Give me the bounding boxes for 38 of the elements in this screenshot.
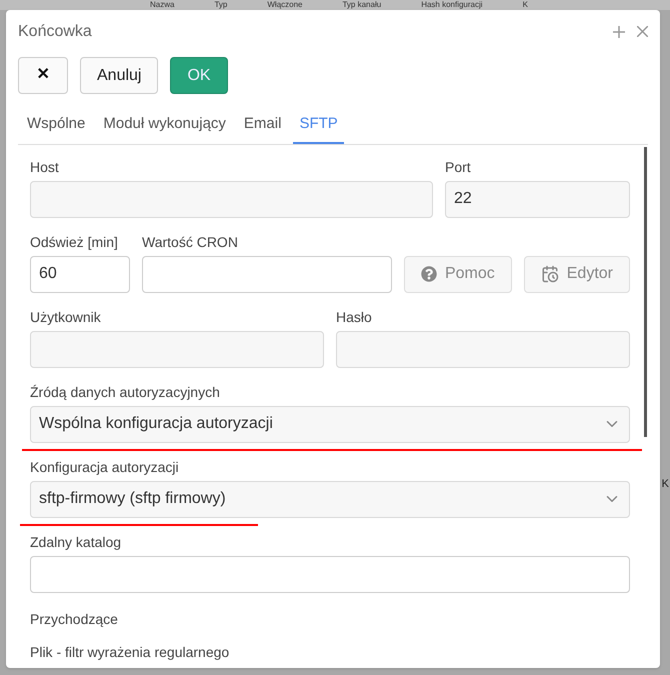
close-icon[interactable] bbox=[637, 26, 648, 36]
plus-icon[interactable] bbox=[613, 26, 625, 38]
field-label: Wartość CRON bbox=[142, 234, 239, 250]
section-label: Przychodzące bbox=[30, 610, 119, 628]
input-field[interactable] bbox=[30, 556, 630, 592]
calendar-clock-icon bbox=[540, 265, 559, 283]
select-field[interactable]: sftp-firmowy (sftp firmowy) bbox=[30, 480, 630, 518]
select-value: Wspólna konfiguracja autoryzacji bbox=[39, 414, 273, 434]
select-value: sftp-firmowy (sftp firmowy) bbox=[39, 489, 226, 509]
cancel-button[interactable]: Anuluj bbox=[80, 57, 158, 94]
tab[interactable]: SFTP bbox=[293, 109, 344, 144]
select-field[interactable]: Wspólna konfiguracja autoryzacji bbox=[30, 406, 630, 442]
field-label: Port bbox=[445, 158, 472, 176]
field-label: Host bbox=[30, 158, 60, 176]
column-header: K bbox=[522, 0, 528, 10]
tab[interactable]: Moduł wykonujący bbox=[97, 109, 232, 144]
background-text: K bbox=[662, 477, 669, 492]
help-icon bbox=[420, 266, 437, 282]
input-field[interactable] bbox=[142, 256, 392, 292]
field-label: Konfiguracja autoryzacji bbox=[30, 458, 180, 476]
field-label: Zdalny katalog bbox=[30, 534, 122, 550]
column-header: Typ bbox=[214, 0, 228, 10]
input-field[interactable]: 60 bbox=[30, 256, 130, 292]
dialog-title: Końcowka bbox=[18, 22, 92, 42]
field-label: Użytkownik bbox=[30, 308, 102, 326]
close-button[interactable]: ✕ bbox=[18, 57, 68, 94]
column-header: Włączone bbox=[267, 0, 302, 10]
tab[interactable]: Wspólne bbox=[21, 109, 92, 144]
column-header: Typ kanału bbox=[342, 0, 382, 10]
input-value: 22 bbox=[454, 189, 472, 209]
field-label: Źródą danych autoryzacyjnych bbox=[30, 384, 221, 400]
tab[interactable]: Email bbox=[238, 109, 288, 144]
column-header: Hash konfiguracji bbox=[421, 0, 483, 10]
field-label: Plik - filtr wyrażenia regularnego bbox=[30, 644, 230, 660]
input-value: 60 bbox=[39, 264, 57, 284]
field-label: Odśwież [min] bbox=[30, 234, 119, 250]
field-label: Hasło bbox=[336, 308, 373, 326]
column-header: Nazwa bbox=[150, 0, 174, 10]
